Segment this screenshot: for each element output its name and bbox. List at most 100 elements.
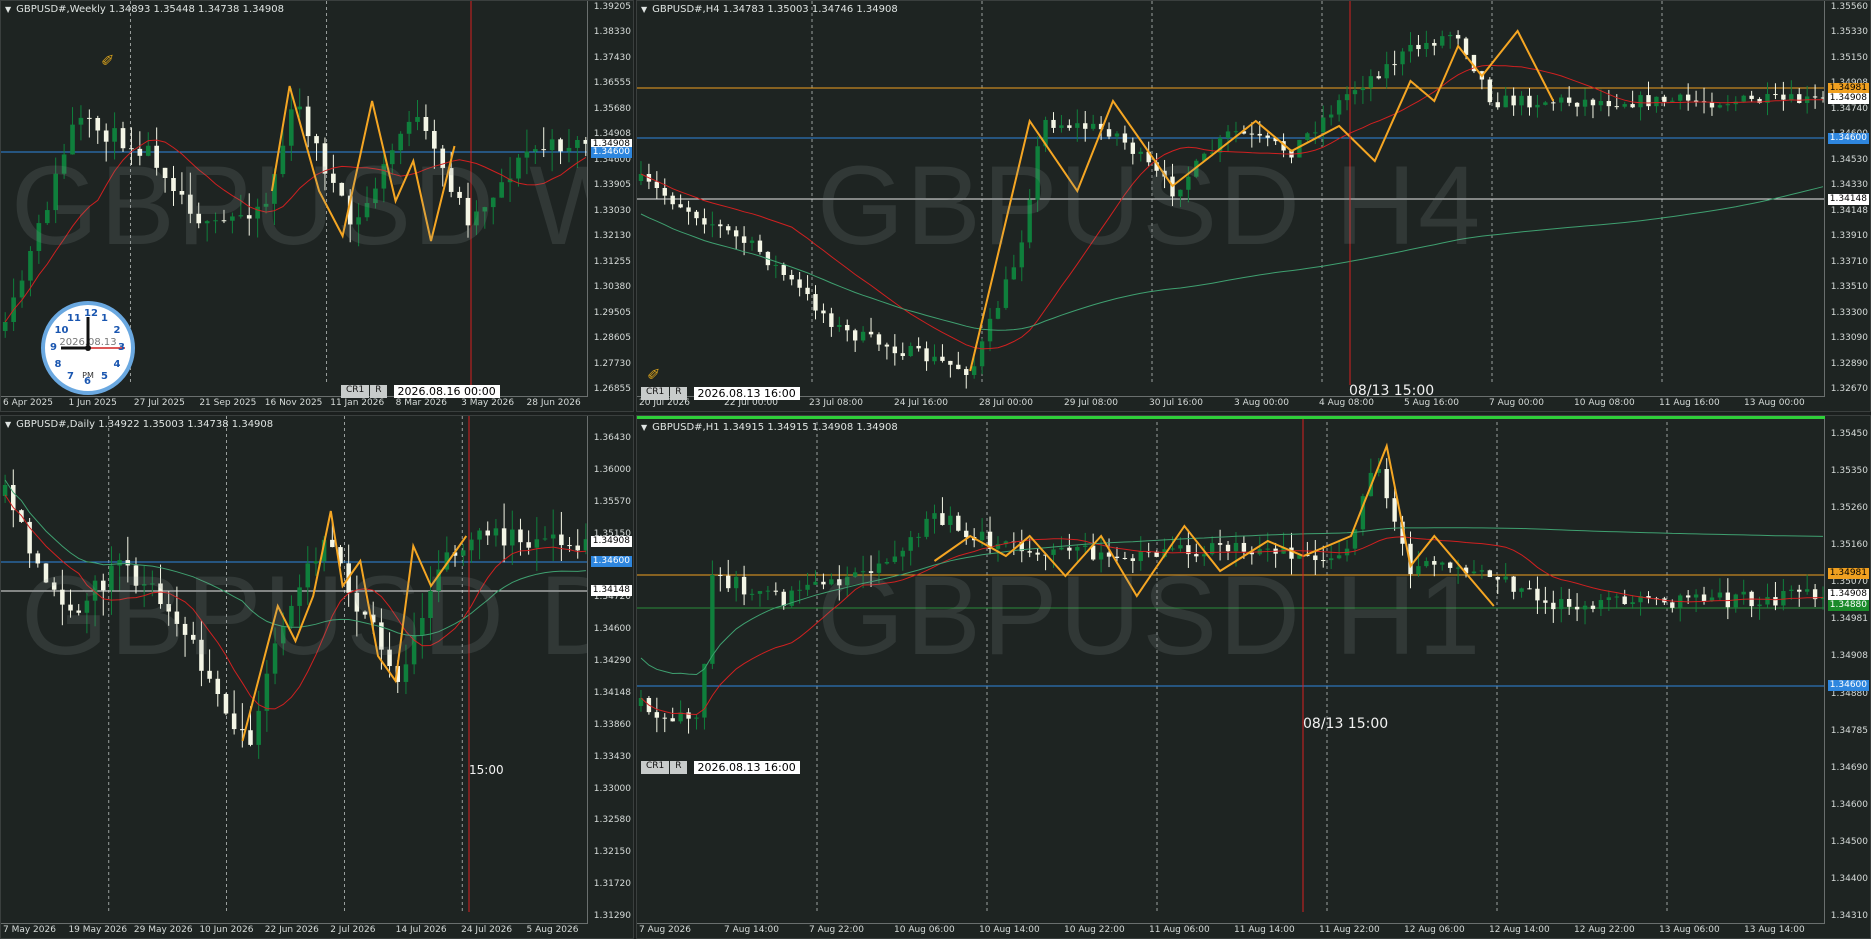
price-tag-blue: 1.34600 <box>1827 133 1869 144</box>
price-tag-green: 1.34880 <box>1827 600 1869 611</box>
cr1-button[interactable]: CR1 <box>341 385 370 398</box>
candle-body <box>1630 602 1635 605</box>
x-tick-label: 23 Jul 08:00 <box>809 398 863 408</box>
candle-body <box>900 353 905 357</box>
candle-body <box>1693 100 1699 102</box>
candle-body <box>916 345 921 349</box>
triangle-down-icon[interactable]: ▼ <box>641 423 647 432</box>
x-axis-h4[interactable]: 20 Jul 2026 22 Jul 00:00 23 Jul 08:00 24 Ju… <box>637 396 1825 411</box>
cr1-button[interactable]: CR1 <box>641 387 670 400</box>
candle-body <box>908 537 913 551</box>
candle-body <box>1059 547 1064 550</box>
candle-body <box>518 529 523 543</box>
candle-body <box>1083 545 1088 548</box>
y-tick-label: 1.34600 <box>1830 799 1868 810</box>
candle-body <box>493 528 499 536</box>
candle-body <box>1781 590 1786 606</box>
cr-controls-weekly[interactable]: CR1 R 2026.08.16 00:00 <box>341 385 500 398</box>
candle-body <box>702 218 707 225</box>
y-axis-h1[interactable]: 1.35450 1.35350 1.35260 1.35160 1.35070 1.349… <box>1824 416 1870 938</box>
candle-body <box>956 515 961 531</box>
candle-body <box>781 264 786 275</box>
candle-body <box>1075 123 1080 128</box>
triangle-down-icon[interactable]: ▼ <box>641 5 647 14</box>
y-tick-label: 1.33000 <box>593 783 631 794</box>
x-tick-label: 2 Jul 2026 <box>330 925 376 935</box>
candle-body <box>948 360 953 365</box>
watermark-h1: GBPUSD H1 <box>817 553 1483 678</box>
candle-body <box>406 121 412 134</box>
x-tick-label: 3 May 2026 <box>461 398 515 408</box>
candle-body <box>1678 94 1683 101</box>
triangle-down-icon[interactable]: ▼ <box>5 420 11 429</box>
candle-body <box>773 590 779 592</box>
y-tick-label: 1.33860 <box>593 719 631 730</box>
x-axis-daily[interactable]: 7 May 2026 19 May 2026 29 May 2026 10 Jun 2… <box>1 923 588 938</box>
candle-body <box>1447 34 1453 37</box>
candle-body <box>995 307 1001 319</box>
x-axis-h1[interactable]: 7 Aug 2026 7 Aug 14:00 7 Aug 22:00 10 Aug 0… <box>637 923 1825 938</box>
x-tick-label: 29 Jul 08:00 <box>1064 398 1118 408</box>
candle-body <box>1749 95 1754 99</box>
y-tick-label: 1.32890 <box>1830 358 1868 369</box>
candle-body <box>510 529 515 546</box>
y-axis-h4[interactable]: 1.35560 1.35330 1.35150 1.349081.34740 1.346… <box>1824 1 1870 411</box>
y-tick-label: 1.33905 <box>593 180 631 191</box>
candle-body <box>797 589 802 591</box>
crosshair-cursor-icon[interactable]: ✐ <box>647 365 660 384</box>
date-box: 2026.08.13 16:00 <box>693 761 800 774</box>
active-chart-indicator <box>637 416 1825 419</box>
candle-body <box>1574 606 1580 610</box>
candle-body <box>1344 94 1350 101</box>
candle-body <box>297 106 303 110</box>
y-axis-weekly[interactable]: 1.39205 1.38330 1.37430 1.36555 1.35680 1.349… <box>587 1 633 411</box>
y-tick-label: 1.35450 <box>1830 429 1868 439</box>
cr-controls-h4[interactable]: CR1 R 2026.08.13 16:00 <box>641 387 800 400</box>
timestamp-label: 08/13 15:00 <box>1349 383 1435 399</box>
y-tick-label: 1.38330 <box>593 27 631 38</box>
y-tick-label: 1.34981 <box>1830 614 1868 625</box>
candle-body <box>1384 64 1389 79</box>
candle-body <box>1400 51 1405 65</box>
candle-body <box>1225 131 1231 138</box>
cr-controls-h1[interactable]: CR1 R 2026.08.13 16:00 <box>641 761 800 774</box>
candle-body <box>19 280 25 298</box>
candle-body <box>1170 548 1175 550</box>
y-tick-label: 1.34148 <box>593 687 631 698</box>
chart-pane-h4[interactable]: ▼ GBPUSD#,H4 1.34783 1.35003 1.34746 1.34… <box>636 0 1871 412</box>
y-axis-daily[interactable]: 1.364301.360001.355701.351501.349081.347… <box>587 416 633 938</box>
candle-body <box>1328 114 1334 118</box>
clock-number: 8 <box>54 359 62 370</box>
x-tick-label: 5 Aug 16:00 <box>1404 398 1459 408</box>
x-tick-label: 12 Aug 14:00 <box>1489 925 1550 935</box>
y-tick-label: 1.35330 <box>1830 27 1868 38</box>
candle-body <box>678 204 683 208</box>
crosshair-cursor-icon[interactable]: ✐ <box>101 51 114 70</box>
cr1-button[interactable]: CR1 <box>641 761 670 774</box>
candle-body <box>670 718 675 722</box>
candle-body <box>979 531 985 541</box>
r-button[interactable]: R <box>370 385 387 398</box>
y-tick-label: 1.34400 <box>1830 873 1868 884</box>
candle-body <box>1670 602 1675 608</box>
x-tick-label: 12 Aug 06:00 <box>1404 925 1465 935</box>
chart-pane-h1[interactable]: ▼ GBPUSD#,H1 1.34915 1.34915 1.34908 1.34… <box>636 415 1871 939</box>
candle-body <box>87 117 92 119</box>
timestamp-label: 15:00 <box>469 763 504 777</box>
triangle-down-icon[interactable]: ▼ <box>5 5 11 14</box>
candle-body <box>1566 97 1572 103</box>
candle-body <box>829 313 834 327</box>
r-button[interactable]: R <box>670 387 687 400</box>
candle-body <box>1424 42 1429 50</box>
candle-body <box>256 710 261 745</box>
candle-body <box>423 117 429 131</box>
candle-body <box>932 513 937 519</box>
x-tick-label: 11 Aug 16:00 <box>1659 398 1720 408</box>
clock-number: 1 <box>101 312 108 324</box>
x-axis-weekly[interactable]: 6 Apr 2025 1 Jun 2025 27 Jul 2025 21 Sep 20… <box>1 396 588 411</box>
chart-pane-weekly[interactable]: ▼ GBPUSD#,Weekly 1.34893 1.35448 1.34738 … <box>0 0 634 412</box>
chart-pane-daily[interactable]: ▼ GBPUSD#,Daily 1.34922 1.35003 1.34738 1… <box>0 415 634 939</box>
y-tick-label: 1.34290 <box>593 656 631 667</box>
y-tick-label: 1.33510 <box>1830 282 1868 293</box>
r-button[interactable]: R <box>670 761 687 774</box>
